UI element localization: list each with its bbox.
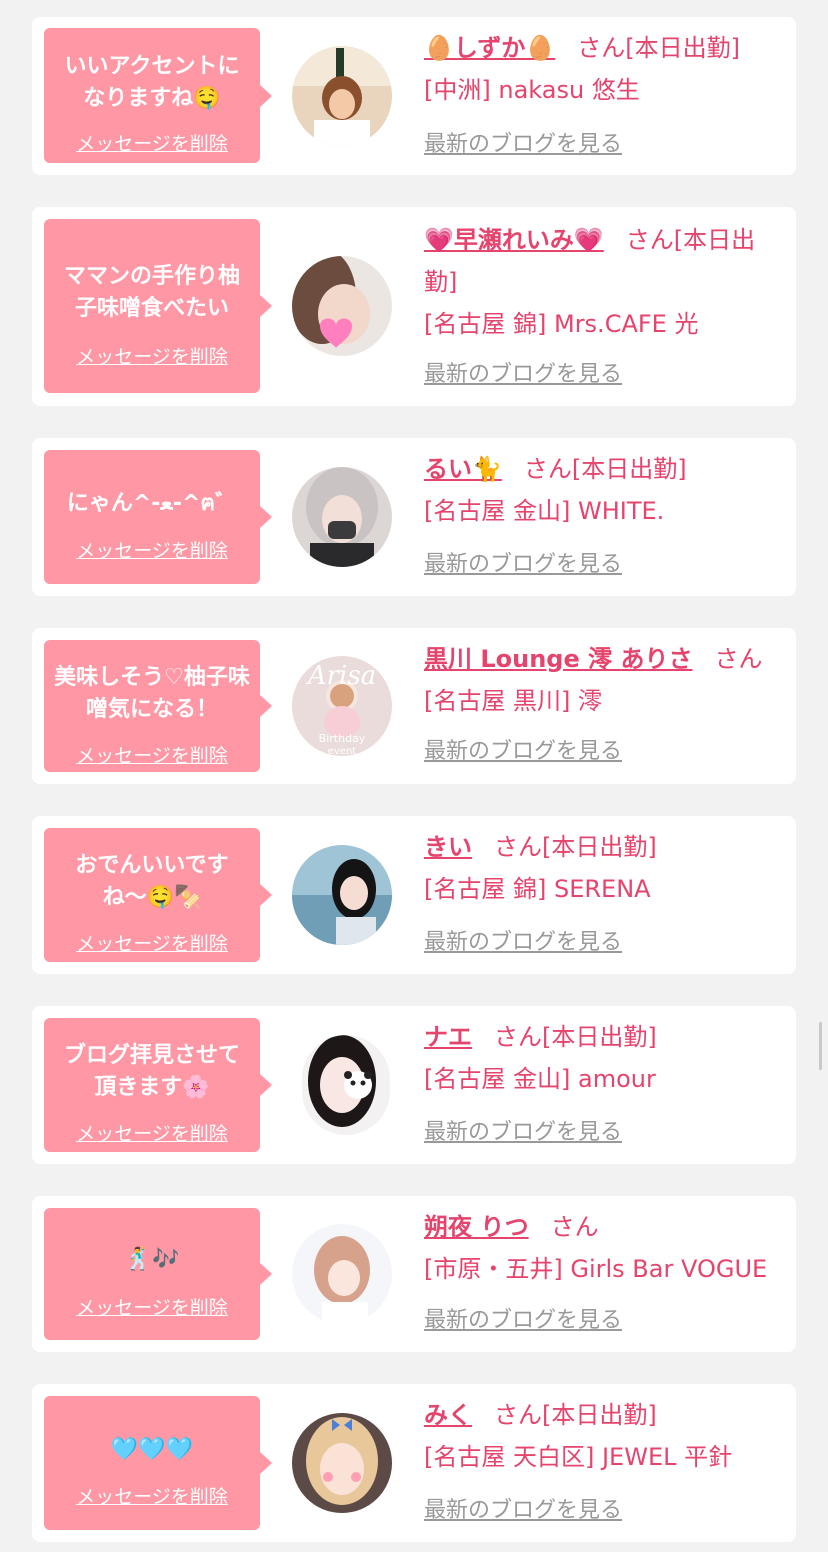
message-bubble: 🩵🩵🩵 メッセージを削除 bbox=[44, 1396, 272, 1530]
shop-name: [名古屋 錦] SERENA bbox=[424, 875, 651, 903]
list-item: おでんいいですね〜🤤🍢 メッセージを削除 きい さん[本日出勤] [名古屋 錦] … bbox=[32, 816, 796, 974]
message-text: ブログ拝見させて頂きます🌸 bbox=[63, 1043, 240, 1100]
honorific: さん bbox=[550, 1213, 599, 1241]
avatar[interactable] bbox=[292, 256, 392, 356]
honorific: さん bbox=[494, 1401, 542, 1429]
list-item: 美味しそう♡柚子味噌気になる！ メッセージを削除 Arisa Birthday … bbox=[32, 628, 796, 784]
delete-message-link[interactable]: メッセージを削除 bbox=[44, 345, 260, 369]
latest-blog-link[interactable]: 最新のブログを見る bbox=[424, 1119, 622, 1147]
delete-message-link[interactable]: メッセージを削除 bbox=[44, 1296, 260, 1320]
shop-name: [中洲] nakasu 悠生 bbox=[424, 76, 640, 104]
avatar[interactable]: Arisa Birthday event bbox=[292, 656, 392, 756]
today-working-tag: [本日出勤] bbox=[542, 833, 657, 861]
message-text: 🩵🩵🩵 bbox=[110, 1437, 194, 1462]
cast-name-link[interactable]: 黒川 Lounge 澪 ありさ bbox=[424, 645, 692, 673]
avatar-text: Arisa bbox=[306, 661, 376, 691]
today-working-tag: [本日出勤] bbox=[542, 1401, 657, 1429]
avatar[interactable] bbox=[292, 46, 392, 146]
delete-message-link[interactable]: メッセージを削除 bbox=[44, 932, 260, 956]
avatar[interactable] bbox=[292, 845, 392, 945]
latest-blog-link[interactable]: 最新のブログを見る bbox=[424, 361, 622, 389]
avatar-text: event bbox=[328, 746, 357, 756]
cast-info: 🥚しずか🥚 さん[本日出勤] [中洲] nakasu 悠生 bbox=[424, 27, 786, 111]
avatar-text: Birthday bbox=[319, 732, 366, 745]
message-bubble: 美味しそう♡柚子味噌気になる！ メッセージを削除 bbox=[44, 640, 272, 772]
shop-name: [名古屋 黒川] 澪 bbox=[424, 687, 602, 715]
list-item: ママンの手作り柚子味噌食べたい メッセージを削除 💗早瀬れいみ💗 さん[本日出勤]… bbox=[32, 207, 796, 406]
avatar[interactable] bbox=[302, 1035, 390, 1135]
list-item: 🕺🎶 メッセージを削除 朔夜 りつ さん [市原・五井] Girls Bar VO… bbox=[32, 1196, 796, 1352]
latest-blog-link[interactable]: 最新のブログを見る bbox=[424, 738, 622, 766]
cast-name-link[interactable]: ナエ bbox=[424, 1023, 472, 1051]
honorific: さん bbox=[625, 226, 674, 254]
cast-name-link[interactable]: みく bbox=[424, 1401, 472, 1429]
delete-message-link[interactable]: メッセージを削除 bbox=[44, 1485, 260, 1509]
cast-name-link[interactable]: 💗早瀬れいみ💗 bbox=[424, 226, 604, 254]
honorific: さん bbox=[494, 833, 542, 861]
list-item: にゃん^-ﻌ-^ฅ゛ メッセージを削除 るい🐈 さん[本日出勤] [名古屋 金山]… bbox=[32, 438, 796, 596]
cast-name-link[interactable]: 🥚しずか🥚 bbox=[424, 34, 555, 62]
cast-info: るい🐈 さん[本日出勤] [名古屋 金山] WHITE. bbox=[424, 448, 786, 532]
delete-message-link[interactable]: メッセージを削除 bbox=[44, 744, 260, 768]
shop-name: [名古屋 天白区] JEWEL 平針 bbox=[424, 1443, 733, 1471]
message-bubble: いいアクセントになりますね🤤 メッセージを削除 bbox=[44, 28, 272, 163]
latest-blog-link[interactable]: 最新のブログを見る bbox=[424, 1497, 622, 1525]
honorific: さん bbox=[494, 1023, 542, 1051]
latest-blog-link[interactable]: 最新のブログを見る bbox=[424, 1307, 622, 1335]
message-bubble: ブログ拝見させて頂きます🌸 メッセージを削除 bbox=[44, 1018, 272, 1152]
shop-name: [名古屋 金山] WHITE. bbox=[424, 497, 665, 525]
message-text: おでんいいですね〜🤤🍢 bbox=[75, 853, 229, 910]
honorific: さん bbox=[523, 455, 572, 483]
cast-info: 黒川 Lounge 澪 ありさ さん [名古屋 黒川] 澪 bbox=[424, 638, 786, 722]
honorific: さん bbox=[577, 34, 626, 62]
message-text: 🕺🎶 bbox=[124, 1247, 180, 1272]
list-item: 🩵🩵🩵 メッセージを削除 みく さん[本日出勤] [名古屋 天白区] JEWEL … bbox=[32, 1384, 796, 1542]
today-working-tag: [本日出勤] bbox=[625, 34, 741, 62]
message-text: いいアクセントになりますね🤤 bbox=[64, 54, 240, 111]
today-working-tag: [本日出勤] bbox=[571, 455, 687, 483]
message-bubble: おでんいいですね〜🤤🍢 メッセージを削除 bbox=[44, 828, 272, 962]
cast-name-link[interactable]: きい bbox=[424, 833, 472, 861]
cast-info: 💗早瀬れいみ💗 さん[本日出勤] [名古屋 錦] Mrs.CAFE 光 bbox=[424, 219, 786, 345]
message-bubble: ママンの手作り柚子味噌食べたい メッセージを削除 bbox=[44, 219, 272, 393]
latest-blog-link[interactable]: 最新のブログを見る bbox=[424, 131, 622, 159]
cast-info: みく さん[本日出勤] [名古屋 天白区] JEWEL 平針 bbox=[424, 1394, 786, 1478]
avatar[interactable] bbox=[292, 467, 392, 567]
honorific: さん bbox=[714, 645, 763, 673]
cast-name-link[interactable]: るい🐈 bbox=[424, 455, 502, 483]
list-item: いいアクセントになりますね🤤 メッセージを削除 🥚しずか🥚 さん[本日出勤] [中… bbox=[32, 17, 796, 175]
message-bubble: 🕺🎶 メッセージを削除 bbox=[44, 1208, 272, 1340]
cast-info: 朔夜 りつ さん [市原・五井] Girls Bar VOGUE bbox=[424, 1206, 786, 1290]
message-text: ママンの手作り柚子味噌食べたい bbox=[63, 264, 240, 321]
delete-message-link[interactable]: メッセージを削除 bbox=[44, 132, 260, 156]
today-working-tag: [本日出勤] bbox=[542, 1023, 657, 1051]
shop-name: [名古屋 錦] Mrs.CAFE 光 bbox=[424, 310, 699, 338]
cast-info: ナエ さん[本日出勤] [名古屋 金山] amour bbox=[424, 1016, 786, 1100]
cast-info: きい さん[本日出勤] [名古屋 錦] SERENA bbox=[424, 826, 786, 910]
scrollbar[interactable] bbox=[819, 1022, 822, 1070]
avatar[interactable] bbox=[292, 1413, 392, 1513]
shop-name: [市原・五井] Girls Bar VOGUE bbox=[424, 1255, 768, 1283]
message-bubble: にゃん^-ﻌ-^ฅ゛ メッセージを削除 bbox=[44, 450, 272, 584]
delete-message-link[interactable]: メッセージを削除 bbox=[44, 1122, 260, 1146]
latest-blog-link[interactable]: 最新のブログを見る bbox=[424, 929, 622, 957]
latest-blog-link[interactable]: 最新のブログを見る bbox=[424, 551, 622, 579]
delete-message-link[interactable]: メッセージを削除 bbox=[44, 539, 260, 563]
message-text: にゃん^-ﻌ-^ฅ゛ bbox=[66, 491, 238, 516]
cast-name-link[interactable]: 朔夜 りつ bbox=[424, 1213, 529, 1241]
avatar[interactable] bbox=[292, 1224, 392, 1324]
message-text: 美味しそう♡柚子味噌気になる！ bbox=[54, 665, 250, 722]
list-item: ブログ拝見させて頂きます🌸 メッセージを削除 ナエ さん[本日出勤] [名古屋 金… bbox=[32, 1006, 796, 1164]
shop-name: [名古屋 金山] amour bbox=[424, 1065, 656, 1093]
